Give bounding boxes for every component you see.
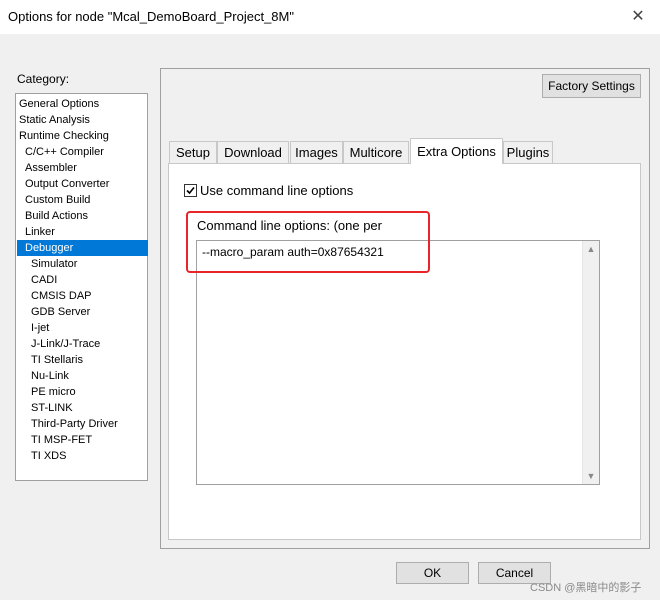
category-item[interactable]: J-Link/J-Trace (17, 336, 148, 352)
cmdline-options-textarea[interactable]: --macro_param auth=0x87654321 ▲ ▼ (196, 240, 600, 485)
use-cmdline-checkbox[interactable] (184, 184, 197, 197)
category-list[interactable]: General Options Static Analysis Runtime Ch… (15, 93, 148, 481)
category-item[interactable]: TI Stellaris (17, 352, 148, 368)
category-item[interactable]: Runtime Checking (17, 128, 148, 144)
category-item[interactable]: Static Analysis (17, 112, 148, 128)
category-item[interactable]: TI XDS (17, 448, 148, 464)
tab-setup[interactable]: Setup (169, 141, 217, 163)
factory-settings-button[interactable]: Factory Settings (542, 74, 641, 98)
category-item[interactable]: GDB Server (17, 304, 148, 320)
category-item[interactable]: Simulator (17, 256, 148, 272)
category-item[interactable]: CADI (17, 272, 148, 288)
scroll-down-icon[interactable]: ▼ (583, 468, 599, 484)
category-item[interactable]: C/C++ Compiler (17, 144, 148, 160)
category-item[interactable]: Output Converter (17, 176, 148, 192)
highlight-box (186, 211, 430, 273)
tab-multicore[interactable]: Multicore (343, 141, 409, 163)
category-item[interactable]: ST-LINK (17, 400, 148, 416)
category-item[interactable]: Third-Party Driver (17, 416, 148, 432)
category-item[interactable]: Assembler (17, 160, 148, 176)
scroll-up-icon[interactable]: ▲ (583, 241, 599, 257)
category-item[interactable]: Debugger (17, 240, 148, 256)
ok-button[interactable]: OK (396, 562, 469, 584)
category-label: Category: (17, 72, 70, 86)
close-button[interactable]: ✕ (626, 6, 650, 28)
title-bar: Options for node "Mcal_DemoBoard_Project… (0, 0, 660, 34)
category-item[interactable]: CMSIS DAP (17, 288, 148, 304)
use-cmdline-label[interactable]: Use command line options (200, 183, 353, 198)
category-item[interactable]: PE micro (17, 384, 148, 400)
textarea-scrollbar[interactable]: ▲ ▼ (582, 241, 599, 484)
tab-images[interactable]: Images (290, 141, 343, 163)
tab-plugins[interactable]: Plugins (503, 141, 553, 163)
category-item[interactable]: Build Actions (17, 208, 148, 224)
window-title: Options for node "Mcal_DemoBoard_Project… (8, 9, 294, 24)
category-item[interactable]: Linker (17, 224, 148, 240)
category-item[interactable]: Custom Build (17, 192, 148, 208)
checkmark-icon (186, 186, 195, 195)
tab-download[interactable]: Download (217, 141, 289, 163)
category-item[interactable]: TI MSP-FET (17, 432, 148, 448)
category-item[interactable]: Nu-Link (17, 368, 148, 384)
close-icon: ✕ (631, 8, 645, 25)
tab-extra-options[interactable]: Extra Options (410, 138, 503, 164)
category-item[interactable]: I-jet (17, 320, 148, 336)
category-item[interactable]: General Options (17, 96, 148, 112)
watermark: CSDN @黑暗中的影子 (530, 582, 642, 594)
